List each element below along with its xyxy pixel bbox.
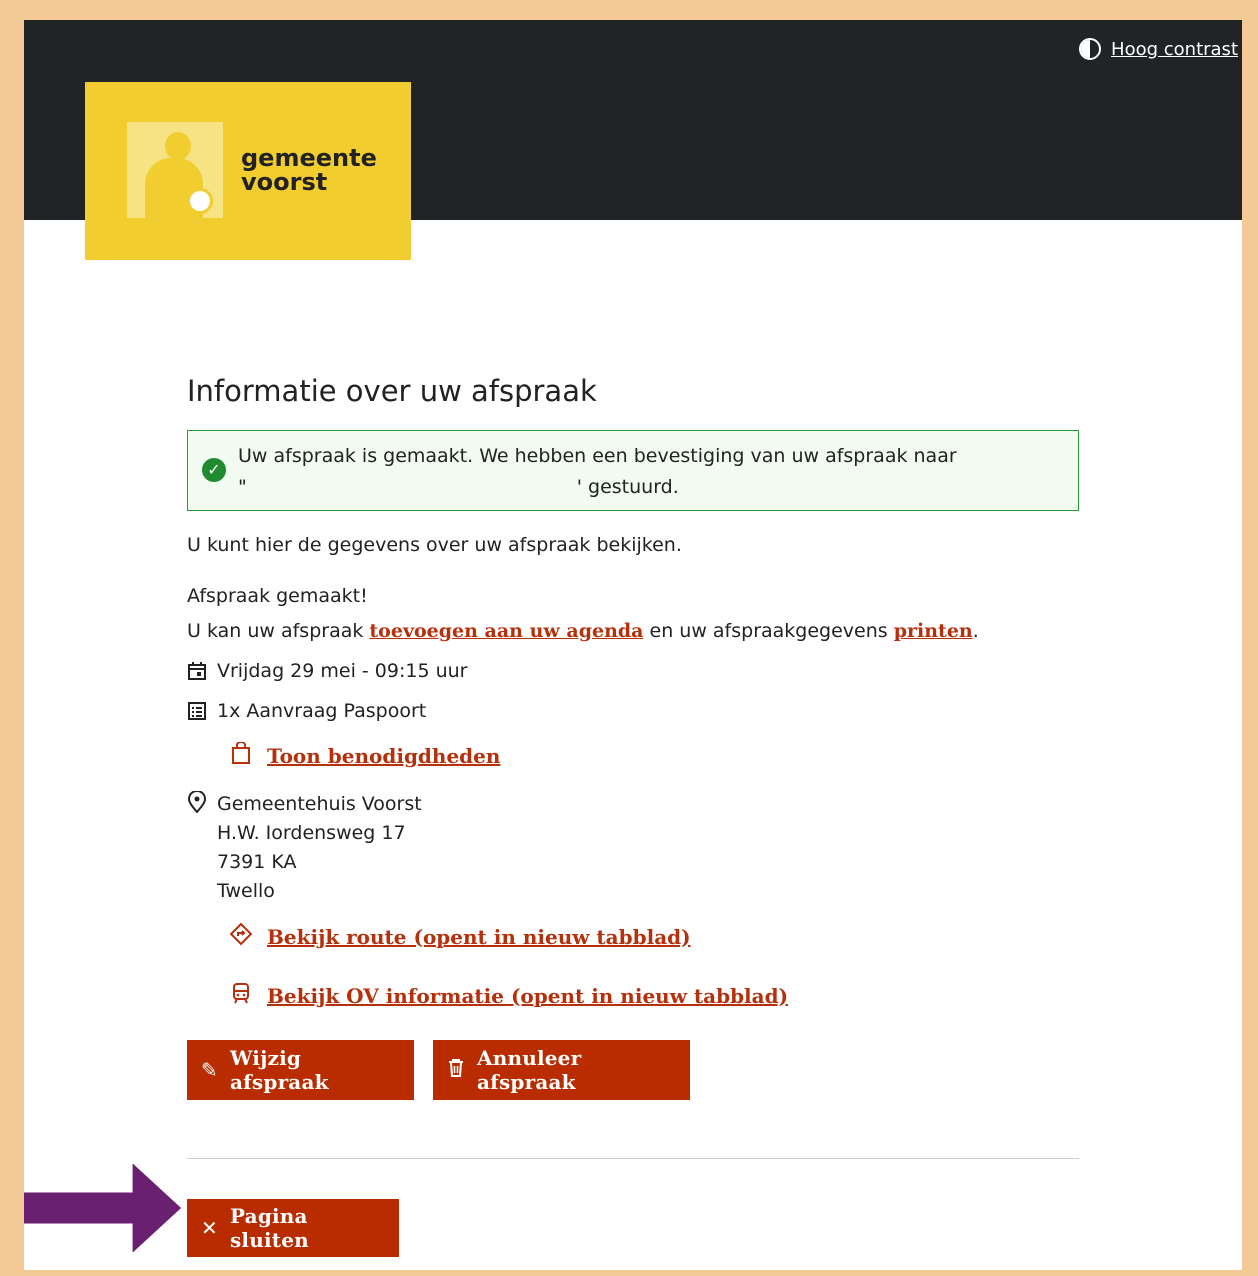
train-icon bbox=[227, 982, 255, 1009]
high-contrast-toggle[interactable]: Hoog contrast bbox=[1079, 38, 1238, 60]
logo-photo bbox=[127, 122, 223, 218]
show-requirements-link[interactable]: Toon benodigdheden bbox=[227, 741, 500, 769]
logo-text: gemeente voorst bbox=[241, 144, 377, 196]
route-link[interactable]: Bekijk route (opent in nieuw tabblad) bbox=[227, 922, 691, 951]
appointment-date: Vrijdag 29 mei - 09:15 uur bbox=[187, 660, 468, 686]
route-icon bbox=[227, 922, 255, 951]
alert-line-1: Uw afspraak is gemaakt. We hebben een be… bbox=[238, 445, 957, 467]
list-icon bbox=[187, 700, 217, 726]
ov-info-link[interactable]: Bekijk OV informatie (opent in nieuw tab… bbox=[227, 982, 788, 1009]
browser-page: Hoog contrast gemeente voorst Informatie… bbox=[24, 20, 1242, 1270]
location-city: Twello bbox=[217, 880, 275, 902]
contrast-icon bbox=[1079, 38, 1102, 60]
check-circle-icon: ✓ bbox=[202, 458, 226, 482]
add-to-agenda-link[interactable]: toevoegen aan uw agenda bbox=[369, 620, 643, 642]
edit-appointment-button[interactable]: ✎ Wijzig afspraak bbox=[187, 1040, 414, 1100]
appointment-location: Gemeentehuis Voorst H.W. Iordensweg 17 7… bbox=[187, 790, 422, 906]
location-street: H.W. Iordensweg 17 bbox=[217, 822, 406, 844]
calendar-icon bbox=[187, 660, 217, 686]
success-alert: ✓ Uw afspraak is gemaakt. We hebben een … bbox=[187, 430, 1079, 511]
trash-icon bbox=[447, 1058, 465, 1083]
intro-text: U kunt hier de gegevens over uw afspraak… bbox=[187, 534, 682, 556]
close-page-button[interactable]: ✕ Pagina sluiten bbox=[187, 1199, 399, 1257]
cancel-appointment-button[interactable]: Annuleer afspraak bbox=[433, 1040, 690, 1100]
location-name: Gemeentehuis Voorst bbox=[217, 793, 422, 815]
print-link[interactable]: printen bbox=[894, 620, 973, 642]
page-title: Informatie over uw afspraak bbox=[187, 374, 597, 408]
pencil-icon: ✎ bbox=[201, 1058, 218, 1082]
bag-icon bbox=[227, 741, 255, 769]
municipality-logo[interactable]: gemeente voorst bbox=[85, 82, 411, 260]
alert-line-2: " ' gestuurd. bbox=[238, 476, 679, 498]
agenda-sentence: U kan uw afspraak toevoegen aan uw agend… bbox=[187, 620, 979, 642]
high-contrast-link[interactable]: Hoog contrast bbox=[1111, 39, 1238, 60]
appointment-made-text: Afspraak gemaakt! bbox=[187, 585, 368, 607]
close-icon: ✕ bbox=[201, 1216, 218, 1240]
location-postcode: 7391 KA bbox=[217, 851, 297, 873]
appointment-product: 1x Aanvraag Paspoort bbox=[187, 700, 426, 726]
divider bbox=[187, 1158, 1079, 1159]
annotation-arrow bbox=[24, 1163, 182, 1253]
location-pin-icon bbox=[187, 790, 217, 818]
